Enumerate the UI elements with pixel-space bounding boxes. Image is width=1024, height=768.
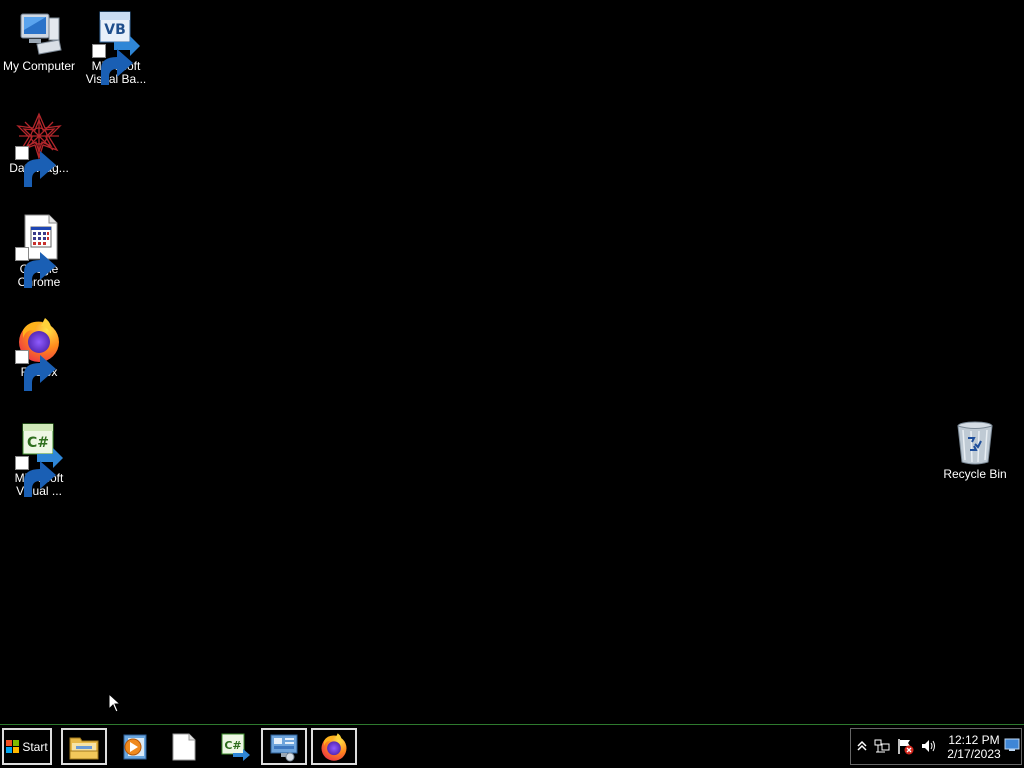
desktop-icon-my-computer[interactable]: My Computer xyxy=(0,10,78,73)
computer-icon xyxy=(15,10,63,58)
action-center-flag-icon[interactable] xyxy=(896,737,914,755)
desktop-icon-label: My Computer xyxy=(2,59,76,73)
visual-csharp-icon: C# xyxy=(15,422,63,497)
desktop-icon-label: Recycle Bin xyxy=(943,467,1007,481)
shortcut-arrow-icon xyxy=(15,247,56,288)
clock-time: 12:12 PM xyxy=(948,733,1000,747)
desktop-icon-firefox[interactable]: Firefox xyxy=(0,316,78,391)
firefox-icon xyxy=(321,732,347,761)
shortcut-arrow-icon xyxy=(15,456,56,497)
datawag-icon xyxy=(15,112,63,187)
system-tray: 12:12 PM 2/17/2023 xyxy=(850,728,1022,765)
start-button[interactable]: Start xyxy=(2,728,52,765)
taskbar-blank-document[interactable] xyxy=(160,728,206,765)
clock-date: 2/17/2023 xyxy=(947,747,1001,761)
start-label: Start xyxy=(22,739,48,754)
chrome-document-icon xyxy=(15,213,63,288)
desktop-icon-recycle-bin[interactable]: Recycle Bin xyxy=(936,418,1014,481)
firefox-icon xyxy=(15,316,63,391)
media-player-icon xyxy=(123,734,147,759)
desktop-icon-datawag[interactable]: DataWag... xyxy=(0,112,78,187)
mouse-cursor-icon xyxy=(108,693,122,713)
volume-icon[interactable] xyxy=(920,737,938,755)
taskbar-firefox[interactable] xyxy=(311,728,357,765)
shortcut-arrow-icon xyxy=(15,350,56,391)
desktop-icon-visual-basic[interactable]: VB Microsoft Visual Ba... xyxy=(77,10,155,86)
taskbar-media-player[interactable] xyxy=(111,728,157,765)
svg-text:VB: VB xyxy=(104,22,126,38)
blank-document-icon xyxy=(172,733,196,760)
shortcut-arrow-icon xyxy=(92,44,133,85)
recycle-bin-icon xyxy=(951,418,999,466)
desktop-icon-visual-csharp[interactable]: C# Microsoft Visual ... xyxy=(0,422,78,498)
taskbar-clock[interactable]: 12:12 PM 2/17/2023 xyxy=(942,733,1006,761)
show-hidden-icons-chevron[interactable] xyxy=(853,737,871,755)
windows-logo-icon xyxy=(6,740,20,753)
show-desktop-icon[interactable] xyxy=(1004,737,1020,753)
desktop-icon-google-chrome[interactable]: Google Chrome xyxy=(0,213,78,289)
shortcut-arrow-icon xyxy=(15,146,56,187)
file-explorer-icon xyxy=(69,737,99,759)
desktop: My Computer VB Microsoft Visual Ba... xyxy=(0,0,1024,724)
taskbar: Start C# 12:12 PM 2/17/2023 xyxy=(0,724,1024,768)
taskbar-control-panel[interactable] xyxy=(261,728,307,765)
taskbar-visual-csharp[interactable]: C# xyxy=(212,728,258,765)
visual-csharp-icon: C# xyxy=(221,733,250,761)
network-icon[interactable] xyxy=(873,737,891,755)
visual-basic-icon: VB xyxy=(92,10,140,85)
svg-text:C#: C# xyxy=(27,435,49,451)
svg-text:C#: C# xyxy=(224,739,241,752)
taskbar-file-explorer[interactable] xyxy=(61,728,107,765)
control-panel-icon xyxy=(270,734,298,761)
